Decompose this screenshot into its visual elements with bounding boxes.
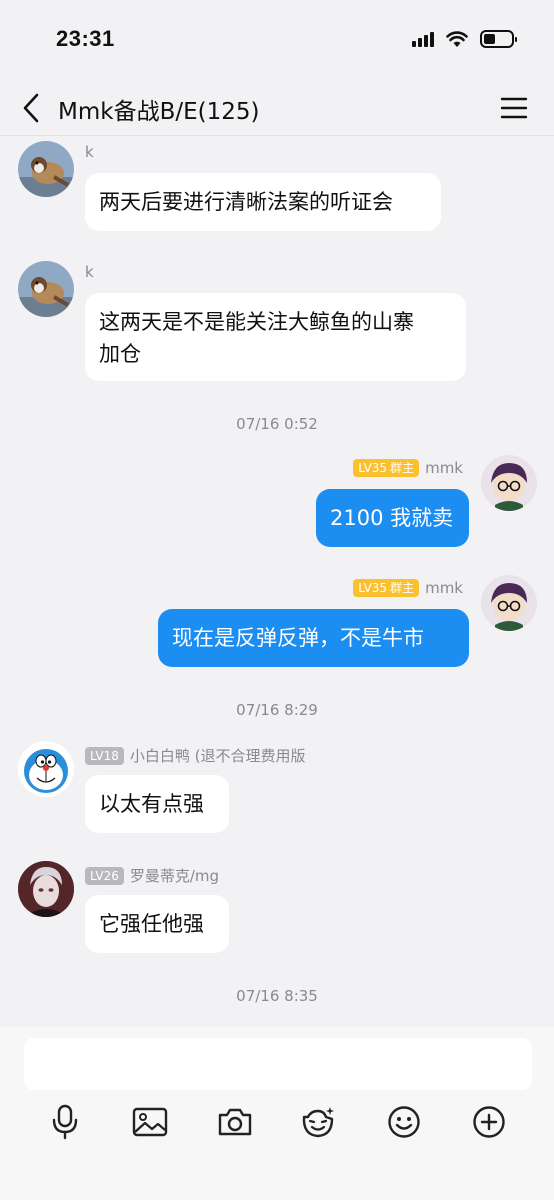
avatar-mmk[interactable]: [481, 575, 537, 631]
avatar-sparrow[interactable]: [18, 141, 74, 197]
sticker-button[interactable]: [298, 1102, 338, 1142]
status-time: 23:31: [56, 26, 115, 51]
message-text: 它强任他强: [99, 912, 204, 936]
wifi-icon: [446, 31, 468, 47]
sender-name: k: [85, 263, 94, 281]
sticker-icon: [302, 1107, 334, 1138]
sender-name: mmk: [425, 579, 463, 597]
more-button[interactable]: [469, 1102, 509, 1142]
level-badge: LV35 群主: [353, 459, 420, 477]
emoji-icon: [388, 1106, 420, 1138]
doraemon-avatar-icon: [18, 741, 74, 797]
message-bubble[interactable]: 它强任他强: [85, 895, 229, 953]
message-bubble[interactable]: 两天后要进行清晰法案的听证会: [85, 173, 441, 231]
timestamp: 07/16 8:35: [236, 987, 318, 1005]
message-bubble[interactable]: 以太有点强: [85, 775, 229, 833]
message-bubble-outgoing[interactable]: 现在是反弹反弹，不是牛市: [158, 609, 469, 667]
message-bubble[interactable]: 这两天是不是能关注大鲸鱼的山寨 加仓: [85, 293, 466, 381]
sender-info: LV26 罗曼蒂克/mg: [85, 865, 219, 886]
anime-character-avatar-icon: [18, 861, 74, 917]
level-text: LV35: [358, 581, 388, 595]
message-text: 两天后要进行清晰法案的听证会: [99, 190, 393, 214]
menu-button[interactable]: [500, 94, 528, 122]
sender-info: LV35 群主 mmk: [353, 459, 463, 477]
status-bar: 23:31: [0, 0, 554, 80]
camera-button[interactable]: [215, 1102, 255, 1142]
message-text: 以太有点强: [99, 792, 204, 816]
timestamp: 07/16 0:52: [236, 415, 318, 433]
image-button[interactable]: [130, 1102, 170, 1142]
sender-name: k: [85, 143, 94, 161]
level-badge: LV26: [85, 866, 124, 885]
sparrow-avatar-icon: [18, 141, 74, 197]
sender-name: 罗曼蒂克/mg: [129, 867, 220, 885]
sender-info: LV35 群主 mmk: [353, 579, 463, 597]
back-button[interactable]: [16, 90, 46, 126]
avatar-anime-character[interactable]: [18, 861, 74, 917]
input-bar: [0, 1027, 554, 1200]
level-badge: LV18: [85, 746, 124, 765]
voice-button[interactable]: [45, 1102, 85, 1142]
avatar-mmk[interactable]: [481, 455, 537, 511]
camera-icon: [218, 1108, 252, 1136]
sender-info: LV18 小白白鸭 (退不合理费用版: [85, 745, 305, 766]
cartoon-boy-avatar-icon: [481, 455, 537, 511]
plus-icon: [473, 1106, 505, 1138]
cellular-signal-icon: [412, 31, 434, 47]
sparrow-avatar-icon: [18, 261, 74, 317]
emoji-button[interactable]: [384, 1102, 424, 1142]
timestamp: 07/16 8:29: [236, 701, 318, 719]
input-toolbar: [0, 1102, 554, 1142]
sender-name: 小白白鸭 (退不合理费用版: [129, 747, 306, 765]
message-text-line: 加仓: [99, 342, 141, 366]
message-text: 现在是反弹反弹，不是牛市: [172, 626, 424, 650]
sender-name: mmk: [425, 459, 463, 477]
battery-icon: [480, 30, 517, 48]
microphone-icon: [52, 1104, 78, 1140]
hamburger-menu-icon: [500, 97, 528, 119]
avatar-sparrow[interactable]: [18, 261, 74, 317]
back-arrow-icon: [23, 93, 39, 123]
role-text: 群主: [390, 581, 415, 595]
avatar-doraemon[interactable]: [18, 741, 74, 797]
cartoon-boy-avatar-icon: [481, 575, 537, 631]
message-bubble-outgoing[interactable]: 2100 我就卖: [316, 489, 469, 547]
message-text: 2100 我就卖: [330, 506, 454, 530]
chat-header: Mmk备战B/E(125): [0, 80, 554, 136]
status-icons: [412, 30, 517, 48]
chat-title: Mmk备战B/E(125): [58, 99, 260, 125]
role-text: 群主: [390, 461, 415, 475]
level-text: LV35: [358, 461, 388, 475]
message-text-line: 这两天是不是能关注大鲸鱼的山寨: [99, 310, 414, 334]
image-icon: [132, 1107, 168, 1137]
message-input[interactable]: [24, 1038, 532, 1090]
level-badge: LV35 群主: [353, 579, 420, 597]
message-list[interactable]: k 两天后要进行清晰法案的听证会 k 这两天是不是能关注大鲸鱼的山寨 加仓 07…: [0, 137, 554, 1027]
